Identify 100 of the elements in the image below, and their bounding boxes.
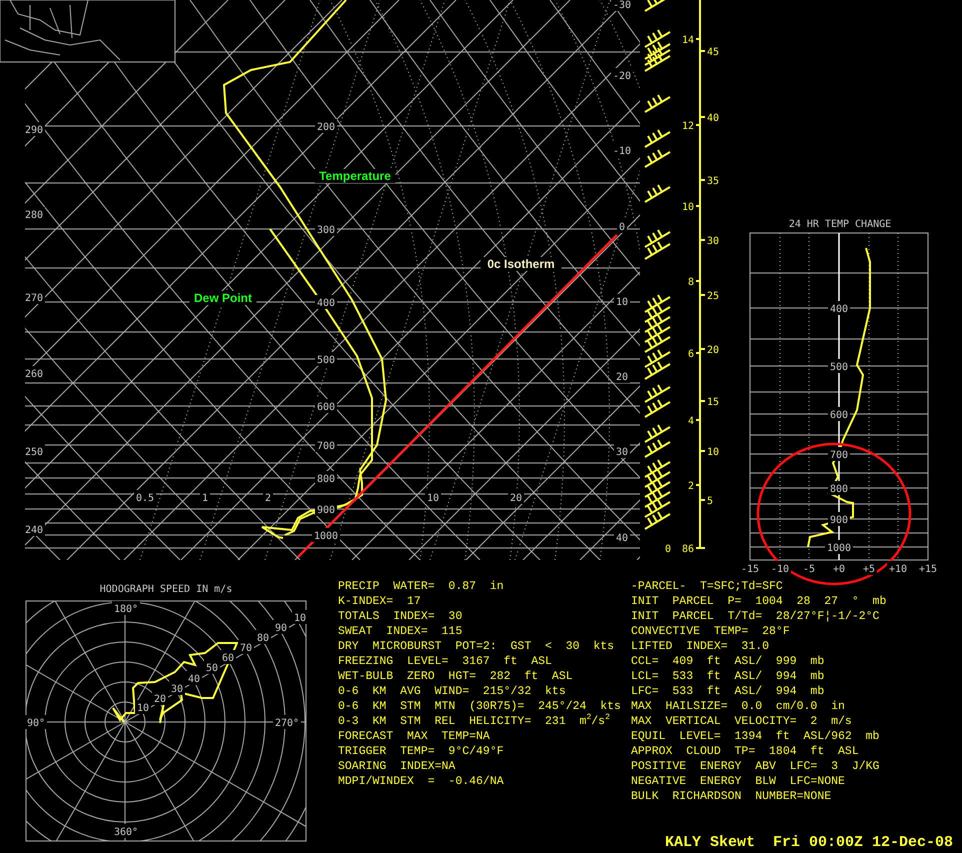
speed-label: 20	[154, 694, 166, 705]
index-text: 0-6 KM STM MTN (30R75)= 245°/24 kts	[338, 699, 622, 714]
temperature-label-text: Temperature	[319, 169, 391, 183]
station-footer: KALY Skewt Fri 00:00Z 12-Dec-08	[664, 834, 953, 851]
direction-label: 270°	[274, 718, 300, 729]
kft-label: 86	[682, 544, 694, 555]
parcel-text: MAX VERTICAL VELOCITY= 2 m/s	[631, 714, 853, 729]
mixing-ratio-label: 10	[426, 493, 440, 504]
hodograph-title: HODOGRAPH SPEED IN m/s	[100, 584, 232, 595]
mixing-ratio-label: 20	[510, 493, 522, 504]
direction-label: 360°	[114, 827, 138, 838]
km-label: 8	[688, 277, 694, 288]
pressure-label: 500	[830, 362, 848, 373]
dew-point-label: Dew Point	[194, 291, 252, 305]
pressure-label: 300	[316, 225, 336, 236]
index-text: TOTALS INDEX= 30	[338, 609, 464, 624]
pressure-label: 700	[830, 450, 848, 461]
index-text: SWEAT INDEX= 115	[338, 624, 464, 639]
kft-label: 40	[707, 113, 720, 124]
theta-label: 270	[25, 293, 44, 304]
pressure-label: 1000	[826, 543, 852, 554]
axis-label: +10	[888, 564, 908, 575]
kft-label: 45	[707, 47, 720, 58]
kft-label: 30	[707, 236, 720, 247]
parcel-text: INIT PARCEL P= 1004 28 27 ° mb	[631, 594, 888, 609]
speed-label: 30	[170, 684, 184, 695]
axis-label: -10	[770, 564, 790, 575]
chart-title: 24 HR TEMP CHANGE	[788, 219, 892, 230]
km-label: 10	[682, 202, 694, 213]
index-text: K-INDEX= 17	[338, 594, 422, 609]
temperature-label: -20	[612, 71, 632, 82]
speed-label: 80	[256, 633, 270, 644]
kft-label: 35	[707, 176, 720, 187]
index-text: SOARING INDEX=NA	[338, 759, 456, 774]
index-text: WET-BULB ZERO HGT= 282 ft ASL	[338, 669, 574, 684]
theta-label: 250	[25, 447, 44, 458]
axis-label: +5	[862, 564, 876, 575]
theta-label: 290	[25, 125, 44, 136]
parcel-text: BULK RICHARDSON NUMBER=NONE	[631, 789, 832, 804]
speed-label: 90	[274, 623, 288, 634]
parcel-text: POSITIVE ENERGY ABV LFC= 3 J/KG	[631, 759, 880, 774]
pressure-label: 400	[830, 304, 848, 315]
pressure-label: 800	[316, 474, 336, 485]
index-text: FORECAST MAX TEMP=NA	[338, 729, 491, 744]
pressure-label: 700	[316, 441, 336, 452]
mixing-ratio-label: 2	[264, 493, 272, 504]
parcel-text: INIT PARCEL T/Td= 28/27°F¦-1/-2°C	[631, 609, 880, 624]
mixing-ratio-label: 0.5	[136, 493, 154, 504]
mixing-ratio-label: 1	[202, 493, 208, 504]
temperature-label: 30	[616, 447, 628, 458]
speed-label: 50	[206, 663, 218, 674]
axis-label: +15	[918, 564, 938, 575]
parcel-text: LCL= 533 ft ASL/ 994 mb	[631, 669, 826, 684]
parcel-text: CCL= 409 ft ASL/ 999 mb	[631, 654, 826, 669]
temperature-label: -10	[612, 146, 632, 157]
temperature-label: 40	[616, 533, 628, 544]
speed-label: 40	[188, 674, 200, 685]
km-label: 4	[688, 416, 694, 427]
pressure-label: 500	[316, 355, 336, 366]
km-label: 0	[664, 544, 671, 555]
km-label: 12	[682, 121, 694, 132]
temperature-label: -30	[612, 0, 632, 11]
axis-label: -5	[802, 564, 816, 575]
km-label: 14	[682, 35, 694, 46]
direction-label: 180°	[114, 604, 138, 615]
index-text: 0-3 KM STM REL HELICITY= 231 m$^{2}$/s$^{2}$	[338, 714, 611, 729]
kft-label: 25	[707, 291, 720, 302]
kft-label: 5	[707, 496, 714, 507]
theta-label: 280	[25, 210, 44, 221]
km-label: 2	[688, 481, 694, 492]
speed-label: 60	[222, 653, 234, 664]
parcel-text: MAX HAILSIZE= 0.0 cm/0.0 in	[631, 699, 846, 714]
theta-label: 240	[25, 525, 44, 536]
index-text: PRECIP WATER= 0.87 in	[338, 579, 505, 594]
pressure-label: 900	[316, 505, 336, 516]
index-text: DRY MICROBURST POT=2: GST < 30 kts	[338, 639, 616, 654]
axis-label: +0	[832, 564, 846, 575]
temperature-label: 10	[616, 297, 628, 308]
temperature-label: 20	[616, 372, 628, 383]
index-text: 0-6 KM AVG WIND= 215°/32 kts	[338, 684, 567, 699]
speed-label: 70	[240, 643, 252, 654]
parcel-text: LIFTED INDEX= 31.0	[631, 639, 770, 654]
index-text: FREEZING LEVEL= 3167 ft ASL	[338, 654, 553, 669]
theta-label: 260	[25, 369, 44, 380]
speed-label: 10	[136, 703, 150, 714]
pressure-label: 200	[316, 122, 336, 133]
index-text: TRIGGER TEMP= 9°C/49°F	[338, 744, 505, 759]
axis-label: -15	[740, 564, 760, 575]
parcel-text: EQUIL LEVEL= 1394 ft ASL/962 mb	[631, 729, 880, 744]
pressure-label: 1000	[314, 531, 338, 542]
pressure-label: 900	[830, 515, 848, 526]
direction-label: 90°	[26, 718, 46, 729]
pressure-label: 800	[830, 484, 848, 495]
kft-label: 10	[707, 447, 720, 458]
parcel-text: LFC= 533 ft ASL/ 994 mb	[631, 684, 826, 699]
parcel-text: -PARCEL- T=SFC;Td=SFC	[631, 579, 784, 594]
temperature-label: 0	[618, 222, 626, 233]
pressure-label: 600	[316, 402, 336, 413]
kft-label: 20	[707, 345, 720, 356]
speed-label: 10	[294, 613, 306, 624]
